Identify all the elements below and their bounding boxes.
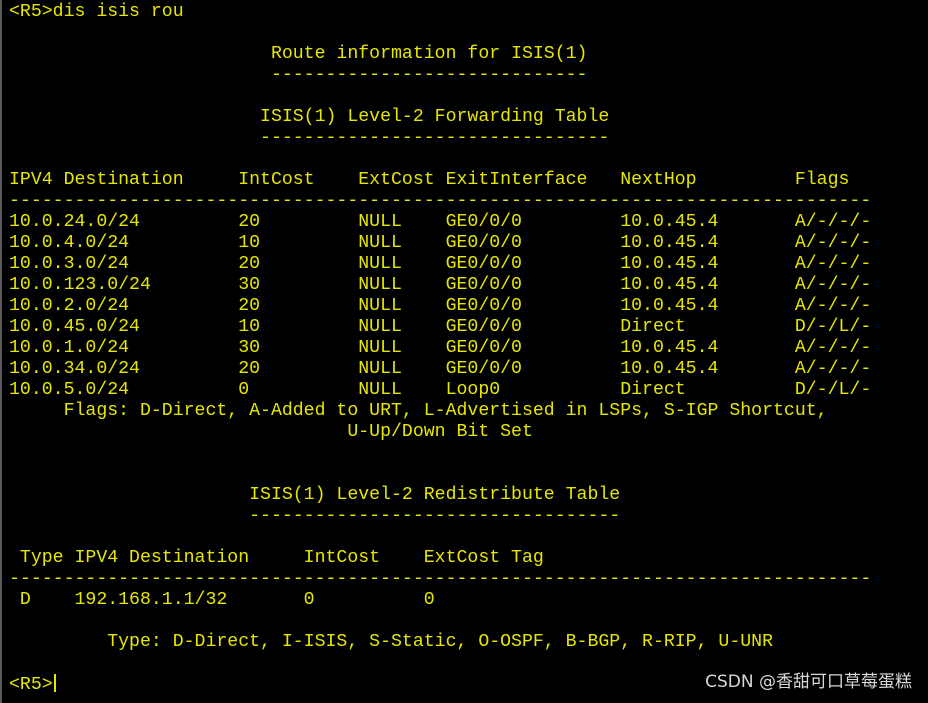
forwarding-table-header: IPV4 Destination IntCost ExtCost ExitInt… (9, 170, 850, 190)
forwarding-table-separator: ----------------------------------------… (9, 191, 872, 211)
output-title-rule: ----------------------------- (9, 65, 588, 85)
forwarding-table-row: 10.0.5.0/24 0 NULL Loop0 Direct D/-/L/- (9, 380, 872, 400)
forwarding-table-row: 10.0.24.0/24 20 NULL GE0/0/0 10.0.45.4 A… (9, 212, 872, 232)
forwarding-table-row: 10.0.123.0/24 30 NULL GE0/0/0 10.0.45.4 … (9, 275, 872, 295)
flags-legend-line-1: Flags: D-Direct, A-Added to URT, L-Adver… (9, 401, 828, 421)
forwarding-table-rule: -------------------------------- (9, 128, 610, 148)
watermark: CSDN @香甜可口草莓蛋糕 (705, 672, 912, 692)
forwarding-table-row: 10.0.34.0/24 20 NULL GE0/0/0 10.0.45.4 A… (9, 359, 872, 379)
forwarding-table-row: 10.0.3.0/24 20 NULL GE0/0/0 10.0.45.4 A/… (9, 254, 872, 274)
redistribute-table-header: Type IPV4 Destination IntCost ExtCost Ta… (9, 548, 544, 568)
prompt-line[interactable]: <R5> (9, 674, 56, 696)
forwarding-table-row: 10.0.2.0/24 20 NULL GE0/0/0 10.0.45.4 A/… (9, 296, 872, 316)
redistribute-table-title: ISIS(1) Level-2 Redistribute Table (9, 485, 621, 505)
forwarding-table-title: ISIS(1) Level-2 Forwarding Table (9, 107, 610, 127)
flags-legend-line-2: U-Up/Down Bit Set (9, 422, 533, 442)
redistribute-table-separator: ----------------------------------------… (9, 569, 872, 589)
forwarding-table-row: 10.0.1.0/24 30 NULL GE0/0/0 10.0.45.4 A/… (9, 338, 872, 358)
type-legend: Type: D-Direct, I-ISIS, S-Static, O-OSPF… (9, 632, 773, 652)
prompt-text: <R5> (9, 675, 53, 695)
output-title: Route information for ISIS(1) (9, 44, 588, 64)
text-cursor (53, 674, 56, 692)
forwarding-table-row: 10.0.45.0/24 10 NULL GE0/0/0 Direct D/-/… (9, 317, 872, 337)
terminal-window[interactable]: <R5>dis isis rou Route information for I… (0, 0, 928, 703)
command-line: <R5>dis isis rou (9, 2, 184, 22)
redistribute-table-rule: ---------------------------------- (9, 506, 621, 526)
forwarding-table-row: 10.0.4.0/24 10 NULL GE0/0/0 10.0.45.4 A/… (9, 233, 872, 253)
redistribute-table-row: D 192.168.1.1/32 0 0 (9, 590, 435, 610)
